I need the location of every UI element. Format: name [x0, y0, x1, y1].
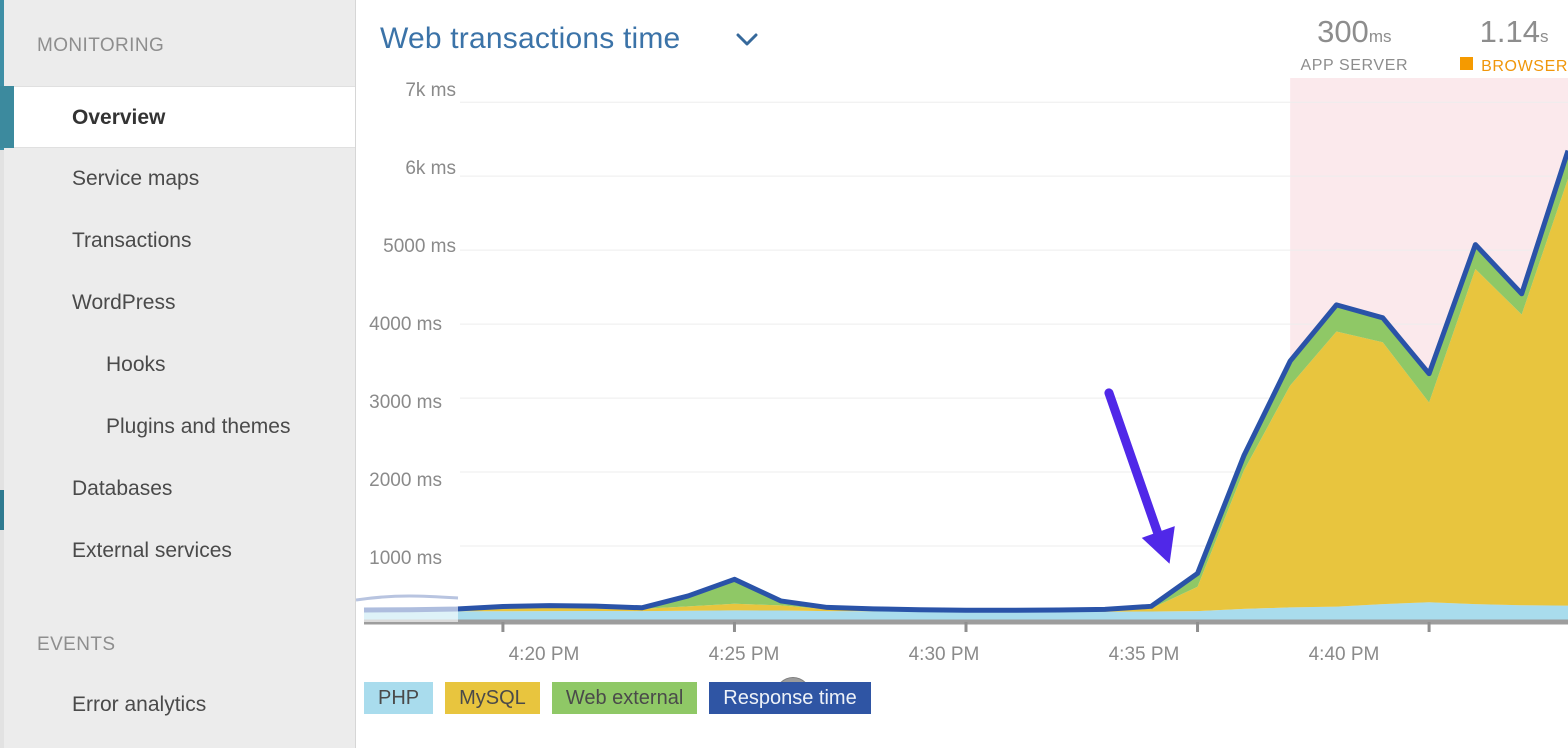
sidebar-item-label: Databases — [72, 477, 172, 500]
sidebar-section-monitoring: MONITORING Overview Service maps Transac… — [0, 0, 355, 582]
sidebar-item-service-maps[interactable]: Service maps — [0, 148, 355, 210]
metric-label-text: BROWSER — [1481, 58, 1568, 75]
chevron-down-icon[interactable] — [736, 33, 756, 45]
x-tick-label: 4:30 PM — [909, 644, 980, 666]
sidebar-section-events: EVENTS Error analytics — [0, 616, 355, 736]
legend-item-php[interactable]: PHP — [364, 682, 433, 714]
sidebar-item-wordpress[interactable]: WordPress — [0, 272, 355, 334]
sidebar-item-databases[interactable]: Databases — [0, 458, 355, 520]
legend-label: Web external — [566, 687, 683, 709]
sidebar-item-label: Hooks — [106, 353, 166, 376]
sidebar-item-external-services[interactable]: External services — [0, 520, 355, 582]
legend-item-response-time[interactable]: Response time — [709, 682, 870, 714]
sidebar-item-transactions[interactable]: Transactions — [0, 210, 355, 272]
metric-browser: 1.14s BROWSER — [1460, 14, 1568, 76]
sidebar-section-title: EVENTS — [0, 616, 355, 674]
legend-item-mysql[interactable]: MySQL — [445, 682, 540, 714]
y-tick-label: 5000 ms — [356, 236, 456, 258]
sidebar-item-label: Service maps — [72, 167, 199, 190]
metric-unit: s — [1540, 27, 1549, 46]
metric-value: 1.14s — [1460, 14, 1568, 55]
main-content: Web transactions time 300ms APP SERVER 1… — [356, 0, 1568, 748]
sidebar-item-error-analytics[interactable]: Error analytics — [0, 674, 355, 736]
y-tick-label: 2000 ms — [342, 470, 442, 492]
x-tick-label: 4:40 PM — [1309, 644, 1380, 666]
metric-label: BROWSER — [1460, 57, 1568, 76]
sidebar-item-hooks[interactable]: Hooks — [0, 334, 355, 396]
y-tick-label: 4000 ms — [342, 314, 442, 336]
sidebar-spacer — [0, 582, 355, 616]
sidebar-item-label: Error analytics — [72, 693, 206, 716]
y-tick-label: 1000 ms — [342, 548, 442, 570]
chart-unselected-region — [356, 586, 458, 622]
metric-number: 300 — [1317, 14, 1369, 49]
metric-number: 1.14 — [1480, 14, 1540, 49]
metrics-group: 300ms APP SERVER 1.14s BROWSER — [1300, 14, 1568, 76]
chart-legend: PHP MySQL Web external Response time — [364, 682, 871, 714]
app-root: MONITORING Overview Service maps Transac… — [0, 0, 1568, 748]
legend-label: Response time — [723, 687, 856, 709]
x-tick-label: 4:35 PM — [1109, 644, 1180, 666]
sidebar-section-title: MONITORING — [0, 0, 355, 86]
page-title[interactable]: Web transactions time — [380, 22, 680, 56]
browser-color-swatch — [1460, 57, 1473, 70]
metric-value: 300ms — [1300, 14, 1408, 55]
sidebar-item-label: Plugins and themes — [106, 415, 290, 438]
annotation-arrow — [1109, 393, 1175, 564]
y-tick-label: 3000 ms — [342, 392, 442, 414]
sidebar-item-plugins-and-themes[interactable]: Plugins and themes — [0, 396, 355, 458]
x-tick-label: 4:20 PM — [509, 644, 580, 666]
metric-label: APP SERVER — [1300, 57, 1408, 75]
y-tick-label: 7k ms — [356, 80, 456, 102]
sidebar: MONITORING Overview Service maps Transac… — [0, 0, 356, 748]
web-transactions-time-chart[interactable] — [356, 78, 1568, 638]
sidebar-item-label: External services — [72, 539, 232, 562]
metric-app-server: 300ms APP SERVER — [1300, 14, 1408, 75]
metric-unit: ms — [1369, 27, 1392, 46]
legend-label: PHP — [378, 687, 419, 709]
sidebar-item-label: Overview — [72, 106, 165, 129]
y-tick-label: 6k ms — [356, 158, 456, 180]
legend-item-web-external[interactable]: Web external — [552, 682, 697, 714]
legend-label: MySQL — [459, 687, 526, 709]
chart-header: Web transactions time 300ms APP SERVER 1… — [356, 0, 1568, 78]
chart-plot-area[interactable]: 7k ms 6k ms 5000 ms 4000 ms 3000 ms 2000… — [356, 78, 1568, 638]
sidebar-item-label: WordPress — [72, 291, 175, 314]
x-tick-label: 4:25 PM — [709, 644, 780, 666]
sidebar-item-overview[interactable]: Overview — [0, 86, 355, 148]
sidebar-item-label: Transactions — [72, 229, 191, 252]
